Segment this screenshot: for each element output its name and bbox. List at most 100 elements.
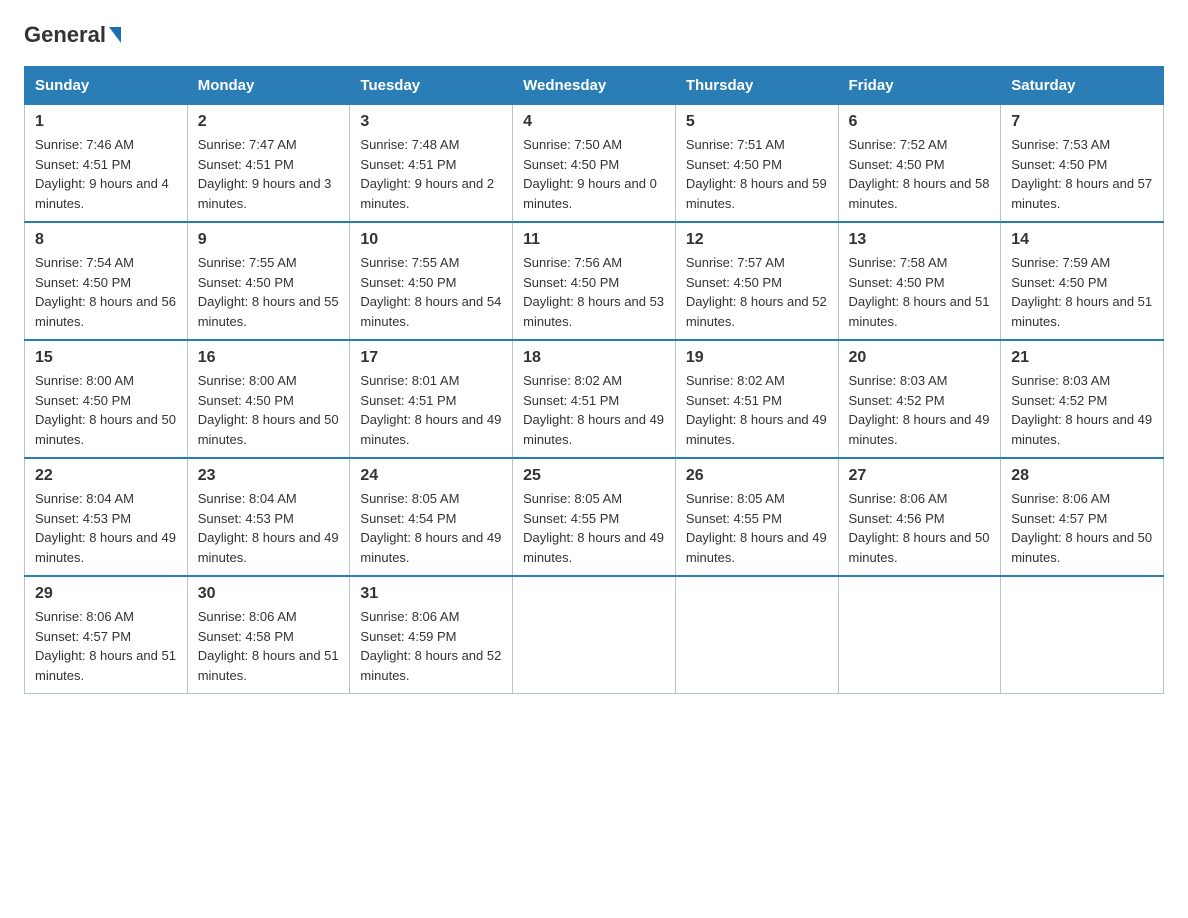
calendar-cell: 10 Sunrise: 7:55 AMSunset: 4:50 PMDaylig… xyxy=(350,222,513,340)
calendar-cell: 8 Sunrise: 7:54 AMSunset: 4:50 PMDayligh… xyxy=(25,222,188,340)
day-number: 3 xyxy=(360,113,502,131)
calendar-cell: 1 Sunrise: 7:46 AMSunset: 4:51 PMDayligh… xyxy=(25,105,188,223)
day-info: Sunrise: 7:57 AMSunset: 4:50 PMDaylight:… xyxy=(686,253,828,331)
day-info: Sunrise: 8:06 AMSunset: 4:56 PMDaylight:… xyxy=(849,489,991,567)
weekday-header-sunday: Sunday xyxy=(25,67,188,105)
calendar-cell xyxy=(513,576,676,694)
day-info: Sunrise: 8:05 AMSunset: 4:55 PMDaylight:… xyxy=(523,489,665,567)
day-number: 29 xyxy=(35,585,177,603)
calendar-week-row: 1 Sunrise: 7:46 AMSunset: 4:51 PMDayligh… xyxy=(25,105,1164,223)
day-info: Sunrise: 8:03 AMSunset: 4:52 PMDaylight:… xyxy=(1011,371,1153,449)
day-number: 30 xyxy=(198,585,340,603)
calendar-cell xyxy=(675,576,838,694)
day-number: 9 xyxy=(198,231,340,249)
logo-general-text: General xyxy=(24,24,121,46)
day-number: 5 xyxy=(686,113,828,131)
day-number: 11 xyxy=(523,231,665,249)
calendar-cell: 30 Sunrise: 8:06 AMSunset: 4:58 PMDaylig… xyxy=(187,576,350,694)
day-number: 21 xyxy=(1011,349,1153,367)
day-number: 22 xyxy=(35,467,177,485)
day-info: Sunrise: 8:03 AMSunset: 4:52 PMDaylight:… xyxy=(849,371,991,449)
calendar-cell xyxy=(838,576,1001,694)
day-number: 6 xyxy=(849,113,991,131)
day-number: 12 xyxy=(686,231,828,249)
day-number: 28 xyxy=(1011,467,1153,485)
day-number: 15 xyxy=(35,349,177,367)
day-number: 13 xyxy=(849,231,991,249)
day-info: Sunrise: 8:02 AMSunset: 4:51 PMDaylight:… xyxy=(686,371,828,449)
page-header: General xyxy=(24,24,1164,46)
calendar-cell: 6 Sunrise: 7:52 AMSunset: 4:50 PMDayligh… xyxy=(838,105,1001,223)
day-info: Sunrise: 7:59 AMSunset: 4:50 PMDaylight:… xyxy=(1011,253,1153,331)
calendar-cell: 5 Sunrise: 7:51 AMSunset: 4:50 PMDayligh… xyxy=(675,105,838,223)
day-info: Sunrise: 8:00 AMSunset: 4:50 PMDaylight:… xyxy=(198,371,340,449)
day-info: Sunrise: 7:48 AMSunset: 4:51 PMDaylight:… xyxy=(360,135,502,213)
day-info: Sunrise: 8:02 AMSunset: 4:51 PMDaylight:… xyxy=(523,371,665,449)
calendar-cell: 11 Sunrise: 7:56 AMSunset: 4:50 PMDaylig… xyxy=(513,222,676,340)
day-number: 18 xyxy=(523,349,665,367)
calendar-cell: 13 Sunrise: 7:58 AMSunset: 4:50 PMDaylig… xyxy=(838,222,1001,340)
day-info: Sunrise: 8:05 AMSunset: 4:55 PMDaylight:… xyxy=(686,489,828,567)
day-info: Sunrise: 7:51 AMSunset: 4:50 PMDaylight:… xyxy=(686,135,828,213)
calendar-cell xyxy=(1001,576,1164,694)
weekday-header-monday: Monday xyxy=(187,67,350,105)
day-info: Sunrise: 7:58 AMSunset: 4:50 PMDaylight:… xyxy=(849,253,991,331)
day-number: 20 xyxy=(849,349,991,367)
calendar-cell: 21 Sunrise: 8:03 AMSunset: 4:52 PMDaylig… xyxy=(1001,340,1164,458)
calendar-week-row: 8 Sunrise: 7:54 AMSunset: 4:50 PMDayligh… xyxy=(25,222,1164,340)
day-info: Sunrise: 7:55 AMSunset: 4:50 PMDaylight:… xyxy=(198,253,340,331)
day-info: Sunrise: 7:46 AMSunset: 4:51 PMDaylight:… xyxy=(35,135,177,213)
day-info: Sunrise: 7:50 AMSunset: 4:50 PMDaylight:… xyxy=(523,135,665,213)
calendar-cell: 16 Sunrise: 8:00 AMSunset: 4:50 PMDaylig… xyxy=(187,340,350,458)
calendar-cell: 24 Sunrise: 8:05 AMSunset: 4:54 PMDaylig… xyxy=(350,458,513,576)
day-number: 19 xyxy=(686,349,828,367)
calendar-cell: 28 Sunrise: 8:06 AMSunset: 4:57 PMDaylig… xyxy=(1001,458,1164,576)
day-info: Sunrise: 8:06 AMSunset: 4:58 PMDaylight:… xyxy=(198,607,340,685)
calendar-cell: 20 Sunrise: 8:03 AMSunset: 4:52 PMDaylig… xyxy=(838,340,1001,458)
weekday-header-saturday: Saturday xyxy=(1001,67,1164,105)
day-number: 8 xyxy=(35,231,177,249)
calendar-cell: 7 Sunrise: 7:53 AMSunset: 4:50 PMDayligh… xyxy=(1001,105,1164,223)
day-number: 26 xyxy=(686,467,828,485)
day-info: Sunrise: 7:47 AMSunset: 4:51 PMDaylight:… xyxy=(198,135,340,213)
calendar-cell: 25 Sunrise: 8:05 AMSunset: 4:55 PMDaylig… xyxy=(513,458,676,576)
day-number: 31 xyxy=(360,585,502,603)
weekday-header-thursday: Thursday xyxy=(675,67,838,105)
day-info: Sunrise: 7:53 AMSunset: 4:50 PMDaylight:… xyxy=(1011,135,1153,213)
day-info: Sunrise: 8:01 AMSunset: 4:51 PMDaylight:… xyxy=(360,371,502,449)
day-number: 23 xyxy=(198,467,340,485)
calendar-table: SundayMondayTuesdayWednesdayThursdayFrid… xyxy=(24,66,1164,694)
day-info: Sunrise: 7:56 AMSunset: 4:50 PMDaylight:… xyxy=(523,253,665,331)
day-number: 24 xyxy=(360,467,502,485)
day-info: Sunrise: 8:00 AMSunset: 4:50 PMDaylight:… xyxy=(35,371,177,449)
weekday-header-wednesday: Wednesday xyxy=(513,67,676,105)
day-number: 4 xyxy=(523,113,665,131)
calendar-cell: 27 Sunrise: 8:06 AMSunset: 4:56 PMDaylig… xyxy=(838,458,1001,576)
day-info: Sunrise: 8:04 AMSunset: 4:53 PMDaylight:… xyxy=(35,489,177,567)
calendar-week-row: 15 Sunrise: 8:00 AMSunset: 4:50 PMDaylig… xyxy=(25,340,1164,458)
day-info: Sunrise: 8:06 AMSunset: 4:57 PMDaylight:… xyxy=(35,607,177,685)
day-number: 2 xyxy=(198,113,340,131)
day-number: 16 xyxy=(198,349,340,367)
calendar-week-row: 22 Sunrise: 8:04 AMSunset: 4:53 PMDaylig… xyxy=(25,458,1164,576)
day-info: Sunrise: 8:04 AMSunset: 4:53 PMDaylight:… xyxy=(198,489,340,567)
day-number: 14 xyxy=(1011,231,1153,249)
calendar-cell: 18 Sunrise: 8:02 AMSunset: 4:51 PMDaylig… xyxy=(513,340,676,458)
calendar-cell: 17 Sunrise: 8:01 AMSunset: 4:51 PMDaylig… xyxy=(350,340,513,458)
calendar-cell: 29 Sunrise: 8:06 AMSunset: 4:57 PMDaylig… xyxy=(25,576,188,694)
weekday-header-row: SundayMondayTuesdayWednesdayThursdayFrid… xyxy=(25,67,1164,105)
day-number: 1 xyxy=(35,113,177,131)
day-number: 17 xyxy=(360,349,502,367)
day-info: Sunrise: 7:55 AMSunset: 4:50 PMDaylight:… xyxy=(360,253,502,331)
calendar-cell: 15 Sunrise: 8:00 AMSunset: 4:50 PMDaylig… xyxy=(25,340,188,458)
calendar-cell: 31 Sunrise: 8:06 AMSunset: 4:59 PMDaylig… xyxy=(350,576,513,694)
day-number: 25 xyxy=(523,467,665,485)
calendar-cell: 19 Sunrise: 8:02 AMSunset: 4:51 PMDaylig… xyxy=(675,340,838,458)
calendar-cell: 4 Sunrise: 7:50 AMSunset: 4:50 PMDayligh… xyxy=(513,105,676,223)
day-info: Sunrise: 8:06 AMSunset: 4:57 PMDaylight:… xyxy=(1011,489,1153,567)
day-number: 7 xyxy=(1011,113,1153,131)
day-info: Sunrise: 8:05 AMSunset: 4:54 PMDaylight:… xyxy=(360,489,502,567)
logo: General xyxy=(24,24,121,46)
day-info: Sunrise: 7:54 AMSunset: 4:50 PMDaylight:… xyxy=(35,253,177,331)
calendar-cell: 26 Sunrise: 8:05 AMSunset: 4:55 PMDaylig… xyxy=(675,458,838,576)
